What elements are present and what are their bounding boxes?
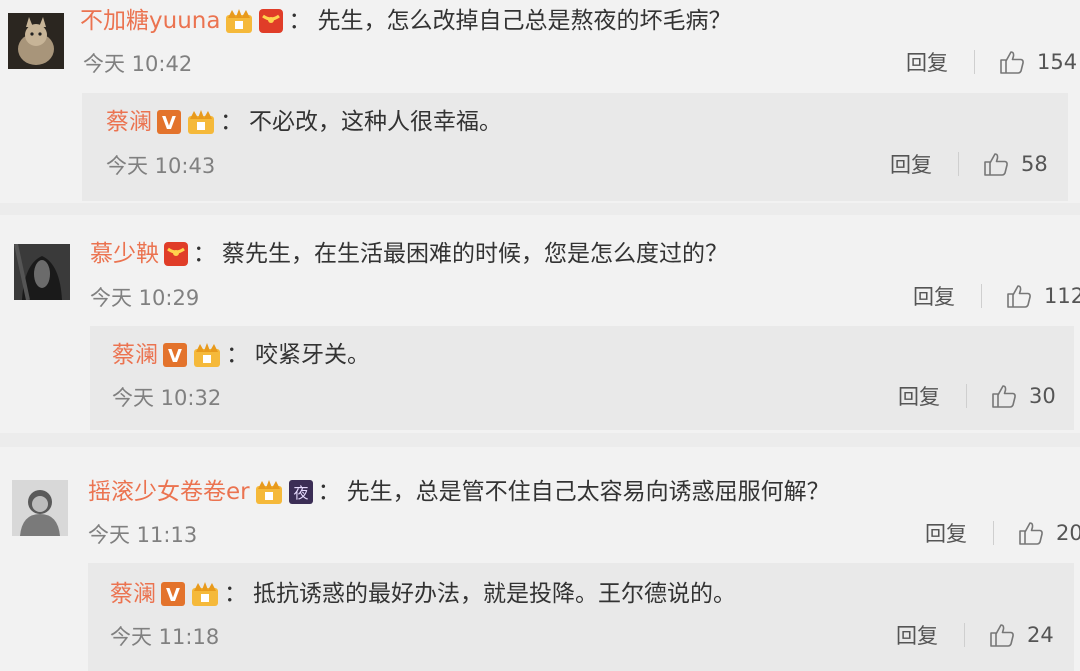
divider [966, 384, 967, 408]
comment-text: 先生，怎么改掉自己总是熬夜的坏毛病？ [317, 8, 732, 34]
like-count: 154 [1037, 50, 1078, 74]
reply-button[interactable]: 回复 [896, 620, 938, 650]
crown-badge-icon [190, 581, 220, 607]
username-link[interactable]: 摇滚少女卷卷er [88, 477, 250, 507]
like-button[interactable]: 30 [991, 383, 1056, 409]
comment-line: 摇滚少女卷卷er 夜 ： 先生，总是管不住自己太容易向诱惑屈服何解？ [88, 477, 830, 507]
username-link[interactable]: 蔡澜 [112, 340, 158, 370]
thumbs-up-icon [1019, 522, 1043, 545]
divider [981, 284, 982, 308]
reply-actions: 回复 24 [896, 620, 1054, 650]
comment-timestamp: 今天 11:13 [88, 523, 198, 547]
divider [993, 521, 994, 545]
reply-line: 蔡澜 V ： 不必改，这种人很幸福。 [106, 107, 502, 137]
verified-v-icon: V [160, 581, 186, 607]
like-button[interactable]: 20 [1018, 520, 1080, 546]
comment-text: 先生，总是管不住自己太容易向诱惑屈服何解？ [346, 479, 830, 505]
reply-button[interactable]: 回复 [913, 281, 955, 311]
comment-timestamp: 今天 10:29 [90, 286, 200, 310]
red-envelope-badge-icon [163, 241, 189, 267]
reply-timestamp: 今天 10:43 [106, 154, 216, 178]
reply-timestamp: 今天 11:18 [110, 625, 220, 649]
svg-text:夜: 夜 [293, 484, 308, 502]
username-link[interactable]: 慕少鞅 [90, 239, 159, 269]
night-badge-icon: 夜 [288, 479, 314, 505]
reply-text: 抵抗诱惑的最好办法，就是投降。王尔德说的。 [253, 581, 736, 607]
svg-text:V: V [162, 113, 176, 134]
reply-box: 蔡澜 V ： 不必改，这种人很幸福。 今天 10:43 回复 58 [82, 93, 1068, 201]
verified-v-icon: V [162, 342, 188, 368]
comment-text: 蔡先生，在生活最困难的时候，您是怎么度过的？ [222, 241, 728, 267]
reply-line: 蔡澜 V ： 咬紧牙关。 [112, 340, 370, 370]
like-count: 112 [1044, 284, 1080, 308]
reply-timestamp: 今天 10:32 [112, 386, 222, 410]
thumbs-up-icon [1000, 51, 1024, 74]
crown-badge-icon [224, 8, 254, 34]
like-button[interactable]: 24 [989, 622, 1054, 648]
reply-text: 咬紧牙关。 [255, 342, 370, 368]
username-link[interactable]: 蔡澜 [106, 107, 152, 137]
like-count: 24 [1027, 623, 1054, 647]
comment-panel: 慕少鞅 ： 蔡先生，在生活最困难的时候，您是怎么度过的？ 今天 10:29 回复… [0, 215, 1080, 433]
divider [958, 152, 959, 176]
verified-v-icon: V [156, 109, 182, 135]
thumbs-up-icon [990, 624, 1014, 647]
reply-actions: 回复 30 [898, 381, 1056, 411]
username-link[interactable]: 蔡澜 [110, 579, 156, 609]
reply-line: 蔡澜 V ： 抵抗诱惑的最好办法，就是投降。王尔德说的。 [110, 579, 736, 609]
reply-text: 不必改，这种人很幸福。 [249, 109, 502, 135]
thumbs-up-icon [1007, 285, 1031, 308]
comment-line: 不加糖yuuna ： 先生，怎么改掉自己总是熬夜的坏毛病？ [80, 6, 732, 36]
reply-button[interactable]: 回复 [898, 381, 940, 411]
reply-box: 蔡澜 V ： 抵抗诱惑的最好办法，就是投降。王尔德说的。 今天 11:18 回复… [88, 563, 1074, 671]
reply-button[interactable]: 回复 [890, 149, 932, 179]
like-count: 58 [1021, 152, 1048, 176]
svg-text:V: V [166, 585, 180, 606]
like-button[interactable]: 154 [999, 49, 1077, 75]
crown-badge-icon [192, 342, 222, 368]
reply-button[interactable]: 回复 [925, 518, 967, 548]
svg-text:V: V [168, 346, 182, 367]
thumbs-up-icon [992, 385, 1016, 408]
comment-actions: 回复 154 [906, 47, 1077, 77]
red-envelope-badge-icon [258, 8, 284, 34]
like-button[interactable]: 58 [983, 151, 1048, 177]
comment-actions: 回复 112 [913, 281, 1080, 311]
comment-panel: 摇滚少女卷卷er 夜 ： 先生，总是管不住自己太容易向诱惑屈服何解？ 今天 11… [0, 447, 1080, 671]
divider [974, 50, 975, 74]
comment-timestamp: 今天 10:42 [83, 52, 193, 76]
comment-actions: 回复 20 [925, 518, 1080, 548]
user-avatar[interactable] [14, 244, 70, 300]
divider [964, 623, 965, 647]
reply-box: 蔡澜 V ： 咬紧牙关。 今天 10:32 回复 30 [90, 326, 1074, 430]
like-count: 20 [1056, 521, 1080, 545]
crown-badge-icon [186, 109, 216, 135]
crown-badge-icon [254, 479, 284, 505]
comment-line: 慕少鞅 ： 蔡先生，在生活最困难的时候，您是怎么度过的？ [90, 239, 728, 269]
thumbs-up-icon [984, 153, 1008, 176]
user-avatar[interactable] [12, 480, 68, 536]
username-link[interactable]: 不加糖yuuna [80, 6, 220, 36]
like-count: 30 [1029, 384, 1056, 408]
reply-actions: 回复 58 [890, 149, 1048, 179]
comment-panel: 不加糖yuuna ： 先生，怎么改掉自己总是熬夜的坏毛病？ 今天 10:42 回… [0, 0, 1080, 203]
user-avatar[interactable] [8, 13, 64, 69]
reply-button[interactable]: 回复 [906, 47, 948, 77]
like-button[interactable]: 112 [1006, 283, 1080, 309]
